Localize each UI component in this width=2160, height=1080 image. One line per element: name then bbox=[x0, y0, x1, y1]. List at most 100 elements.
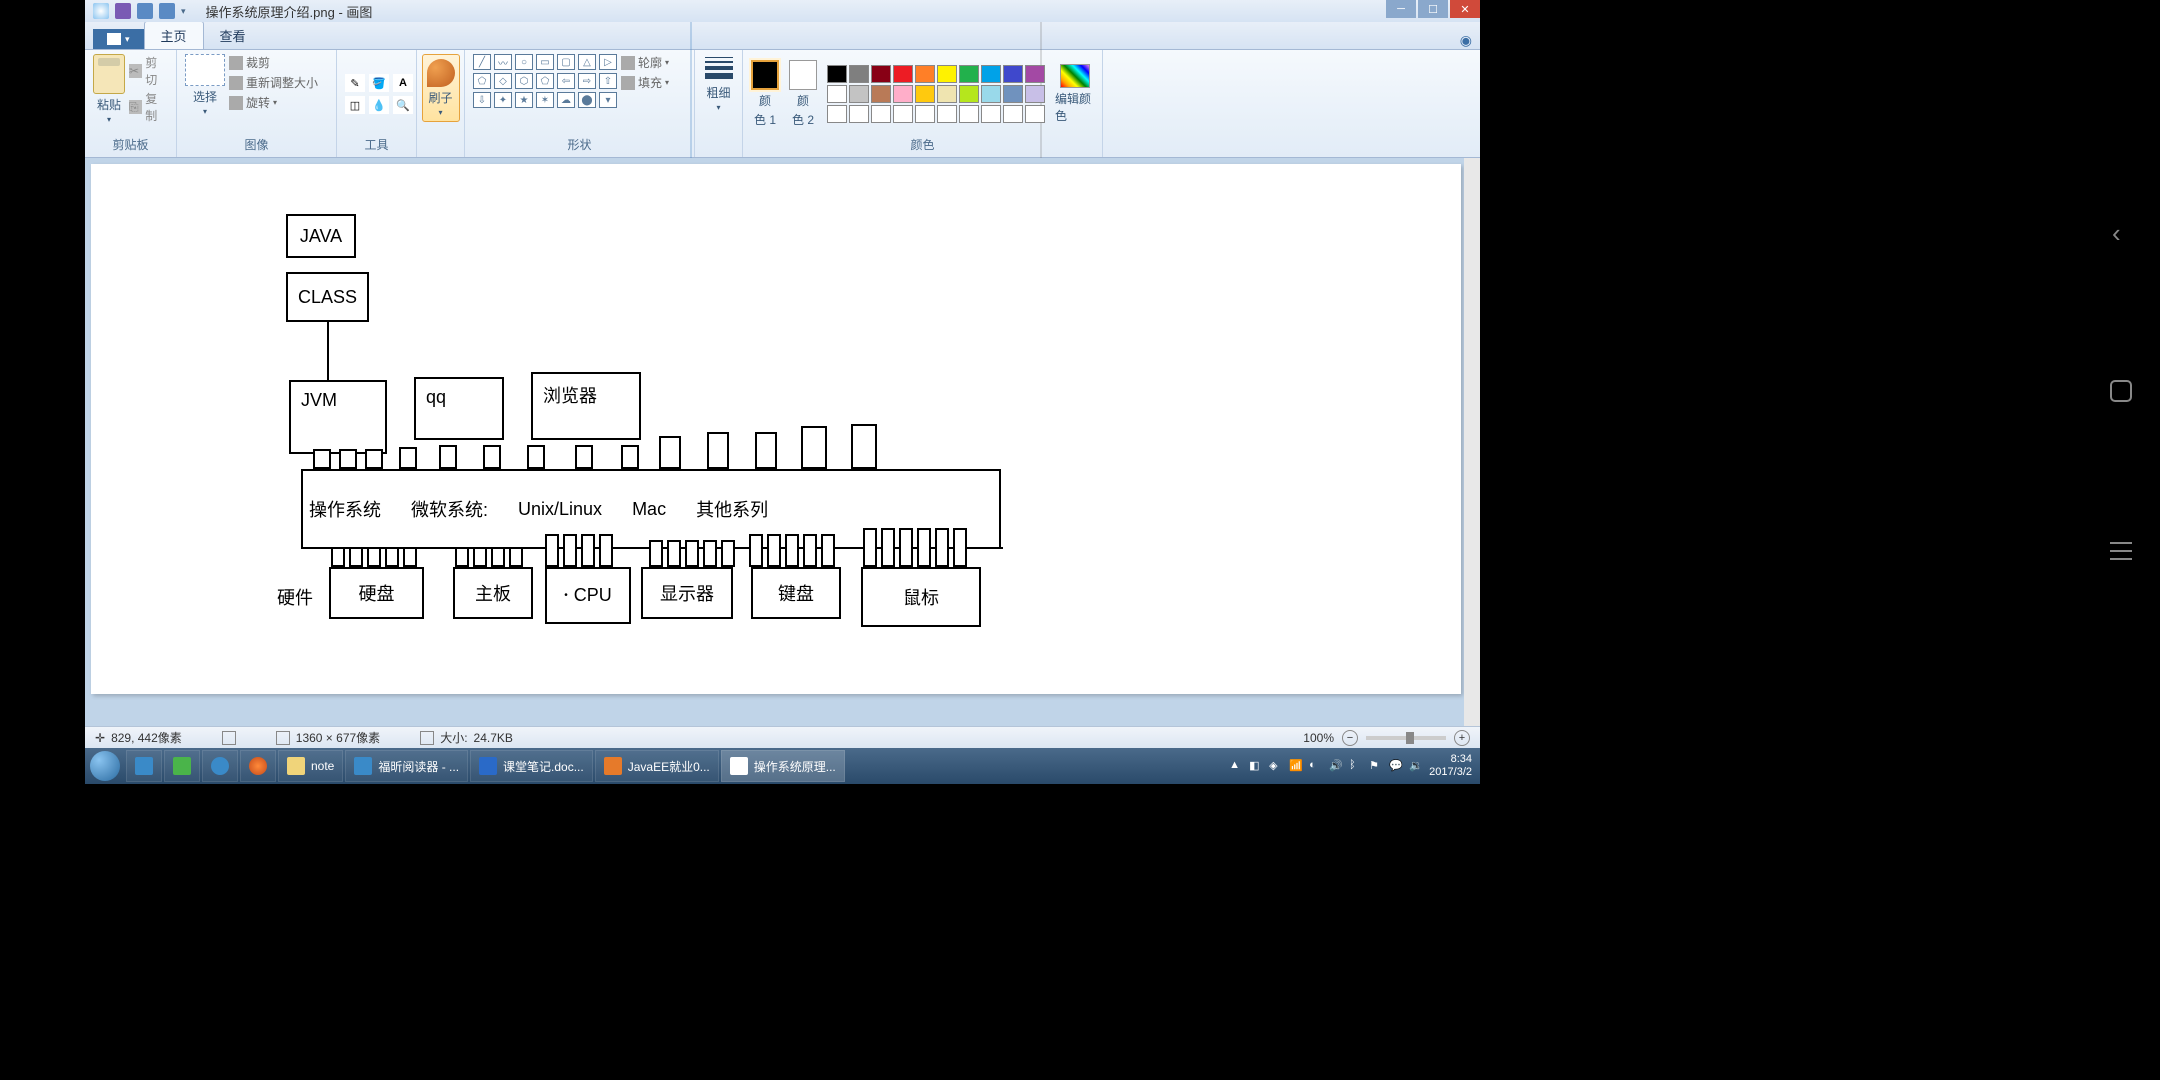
help-icon[interactable]: ◉ bbox=[1460, 32, 1472, 49]
text-tool[interactable]: A bbox=[393, 74, 413, 92]
color-swatch[interactable] bbox=[937, 65, 957, 83]
qat-dropdown-icon[interactable]: ▾ bbox=[181, 6, 186, 17]
edit-colors-button[interactable]: 编辑颜色 bbox=[1055, 64, 1094, 124]
select-button[interactable]: 选择 ▾ bbox=[185, 54, 225, 116]
magnifier-tool[interactable]: 🔍 bbox=[393, 96, 413, 114]
color-swatch[interactable] bbox=[937, 105, 957, 123]
color-swatch[interactable] bbox=[959, 85, 979, 103]
file-menu-button[interactable] bbox=[93, 29, 144, 49]
tray-icon-1[interactable]: ▲ bbox=[1229, 759, 1243, 773]
color-swatch[interactable] bbox=[849, 105, 869, 123]
color-swatch[interactable] bbox=[981, 105, 1001, 123]
taskbar: note 福昕阅读器 - ... 课堂笔记.doc... JavaEE就业0..… bbox=[85, 748, 1480, 784]
taskbar-foxit[interactable]: 福昕阅读器 - ... bbox=[345, 750, 468, 782]
zoom-out-button[interactable]: − bbox=[1342, 730, 1358, 746]
overlay-home-icon[interactable] bbox=[2110, 380, 2132, 402]
taskbar-javaee[interactable]: JavaEE就业0... bbox=[595, 750, 719, 782]
color-swatch[interactable] bbox=[1025, 105, 1045, 123]
shapes-gallery[interactable]: ╱〰○▭▢△▷ ⬠◇⬡⬠⇦⇨⇧ ⇩✦★✶☁⬤▾ bbox=[473, 54, 617, 108]
color-swatch[interactable] bbox=[981, 85, 1001, 103]
taskbar-wps[interactable]: 课堂笔记.doc... bbox=[470, 750, 593, 782]
vertical-scrollbar[interactable] bbox=[1464, 158, 1480, 728]
maximize-button[interactable]: ☐ bbox=[1418, 0, 1448, 18]
overlay-back-icon[interactable]: ‹ bbox=[2112, 218, 2132, 248]
color-swatch[interactable] bbox=[1003, 85, 1023, 103]
color-swatch[interactable] bbox=[827, 105, 847, 123]
color-swatch[interactable] bbox=[915, 65, 935, 83]
canvas-scroll-area[interactable]: JAVA CLASS JVM qq 浏览器 操作系 bbox=[85, 158, 1480, 728]
thickness-button[interactable]: 粗细 ▾ bbox=[705, 54, 733, 112]
color-swatch[interactable] bbox=[871, 65, 891, 83]
tab-view[interactable]: 查看 bbox=[204, 22, 262, 49]
eraser-tool[interactable]: ◫ bbox=[345, 96, 365, 114]
color-swatch[interactable] bbox=[1025, 65, 1045, 83]
tray-icon-4[interactable]: ◐ bbox=[1309, 759, 1323, 773]
tray-icon-network[interactable]: 📶 bbox=[1289, 759, 1303, 773]
tray-icon-flag[interactable]: ⚑ bbox=[1369, 759, 1383, 773]
fill-button[interactable]: 填充▾ bbox=[621, 74, 669, 91]
rotate-button[interactable]: 旋转▾ bbox=[229, 94, 318, 111]
tray-icon-speaker[interactable]: 🔉 bbox=[1409, 759, 1423, 773]
color-palette bbox=[827, 65, 1045, 123]
picker-tool[interactable]: 💧 bbox=[369, 96, 389, 114]
color-swatch[interactable] bbox=[1025, 85, 1045, 103]
taskbar-explorer[interactable] bbox=[126, 750, 162, 782]
save-icon[interactable] bbox=[115, 3, 131, 19]
crop-button[interactable]: 裁剪 bbox=[229, 54, 318, 71]
tab-home[interactable]: 主页 bbox=[144, 21, 204, 49]
outline-button[interactable]: 轮廓▾ bbox=[621, 54, 669, 71]
color-swatch[interactable] bbox=[981, 65, 1001, 83]
close-button[interactable]: ✕ bbox=[1450, 0, 1480, 18]
color-swatch[interactable] bbox=[871, 105, 891, 123]
color-swatch[interactable] bbox=[871, 85, 891, 103]
zoom-level: 100% bbox=[1303, 731, 1334, 745]
color-swatch[interactable] bbox=[1003, 105, 1023, 123]
color-swatch[interactable] bbox=[893, 85, 913, 103]
minimize-button[interactable]: ─ bbox=[1386, 0, 1416, 18]
taskbar-clock[interactable]: 8:34 2017/3/2 bbox=[1429, 753, 1472, 779]
taskbar-firefox[interactable] bbox=[240, 750, 276, 782]
resize-button[interactable]: 重新调整大小 bbox=[229, 74, 318, 91]
start-button[interactable] bbox=[85, 748, 125, 784]
colors-group-label: 颜色 bbox=[751, 134, 1094, 153]
canvas[interactable]: JAVA CLASS JVM qq 浏览器 操作系 bbox=[91, 164, 1461, 694]
color-swatch[interactable] bbox=[959, 65, 979, 83]
color-swatch[interactable] bbox=[915, 85, 935, 103]
color-swatch[interactable] bbox=[849, 65, 869, 83]
taskbar-app3[interactable] bbox=[202, 750, 238, 782]
tray-icon-3[interactable]: ◈ bbox=[1269, 759, 1283, 773]
app2-icon bbox=[173, 757, 191, 775]
tray-icon-2[interactable]: ◧ bbox=[1249, 759, 1263, 773]
copy-button[interactable]: ⎘复制 bbox=[129, 90, 168, 124]
bucket-tool[interactable]: 🪣 bbox=[369, 74, 389, 92]
color-swatch[interactable] bbox=[893, 65, 913, 83]
pencil-tool[interactable]: ✎ bbox=[345, 74, 365, 92]
tray-icon-bluetooth[interactable]: ᛒ bbox=[1349, 759, 1363, 773]
tray-icon-volume[interactable]: 🔊 bbox=[1329, 759, 1343, 773]
brush-button[interactable]: 刷子 ▾ bbox=[422, 54, 460, 122]
color-swatch[interactable] bbox=[959, 105, 979, 123]
zoom-in-button[interactable]: + bbox=[1454, 730, 1470, 746]
undo-icon[interactable] bbox=[137, 3, 153, 19]
overlay-menu-icon[interactable] bbox=[2110, 542, 2132, 560]
taskbar-paint[interactable]: 操作系统原理... bbox=[721, 750, 845, 782]
color-swatch[interactable] bbox=[893, 105, 913, 123]
color1-button[interactable]: 颜 色 1 bbox=[751, 60, 779, 128]
taskbar-note[interactable]: note bbox=[278, 750, 343, 782]
color-swatch[interactable] bbox=[849, 85, 869, 103]
color-swatch[interactable] bbox=[915, 105, 935, 123]
paint-icon bbox=[730, 757, 748, 775]
redo-icon[interactable] bbox=[159, 3, 175, 19]
color-swatch[interactable] bbox=[827, 65, 847, 83]
color-swatch[interactable] bbox=[937, 85, 957, 103]
color2-button[interactable]: 颜 色 2 bbox=[789, 60, 817, 128]
paste-button[interactable]: 粘贴 ▾ bbox=[93, 54, 125, 124]
color-swatch[interactable] bbox=[827, 85, 847, 103]
cut-button[interactable]: ✂剪切 bbox=[129, 54, 168, 88]
explorer-icon bbox=[135, 757, 153, 775]
app-icon[interactable] bbox=[93, 3, 109, 19]
tray-icon-msg[interactable]: 💬 bbox=[1389, 759, 1403, 773]
color-swatch[interactable] bbox=[1003, 65, 1023, 83]
taskbar-app2[interactable] bbox=[164, 750, 200, 782]
zoom-slider[interactable] bbox=[1366, 736, 1446, 740]
